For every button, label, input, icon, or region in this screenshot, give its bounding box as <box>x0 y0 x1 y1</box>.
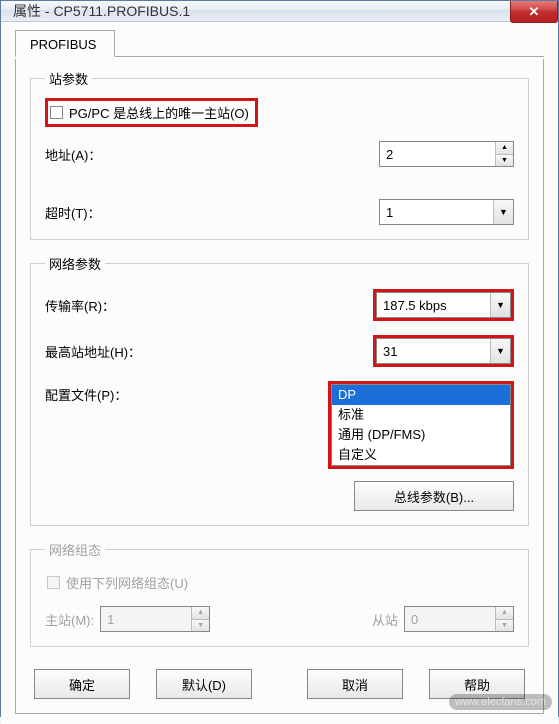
chevron-down-icon[interactable]: ▼ <box>490 339 510 363</box>
dialog-button-row: 确定 默认(D) 取消 帮助 <box>30 661 529 701</box>
tab-profibus[interactable]: PROFIBUS <box>15 30 115 57</box>
row-profile: 配置文件(P)： DP 标准 通用 (DP/FMS) 自定义 <box>45 381 514 469</box>
slave-spinner: 0 ▲ ▼ <box>404 606 514 632</box>
only-master-label: PG/PC 是总线上的唯一主站(O) <box>69 103 249 122</box>
row-max-addr: 最高站地址(H)： 31 ▼ <box>45 335 514 367</box>
cancel-button[interactable]: 取消 <box>307 669 403 699</box>
profile-option-standard[interactable]: 标准 <box>332 405 510 425</box>
slave-spinner-buttons: ▲ ▼ <box>495 607 513 631</box>
chevron-down-icon[interactable]: ▼ <box>490 293 510 317</box>
highlight-max-addr: 31 ▼ <box>373 335 514 367</box>
checkbox-use-netconfig <box>47 576 60 589</box>
highlight-rate: 187.5 kbps ▼ <box>373 289 514 321</box>
row-master-slave: 主站(M): 1 ▲ ▼ 从站 0 <box>45 606 514 632</box>
group-network-params: 网络参数 传输率(R)： 187.5 kbps ▼ 最高站地址(H)： <box>30 254 529 526</box>
help-button[interactable]: 帮助 <box>429 669 525 699</box>
row-rate: 传输率(R)： 187.5 kbps ▼ <box>45 289 514 321</box>
address-spinner-buttons: ▲ ▼ <box>495 142 513 166</box>
slave-spin-down: ▼ <box>496 620 513 632</box>
rate-label: 传输率(R)： <box>45 296 215 315</box>
ok-button[interactable]: 确定 <box>34 669 130 699</box>
address-spin-down[interactable]: ▼ <box>496 155 513 167</box>
profile-label: 配置文件(P)： <box>45 381 215 404</box>
master-spin-down: ▼ <box>192 620 209 632</box>
pair-slave: 从站 0 ▲ ▼ <box>372 606 514 632</box>
highlight-only-master: PG/PC 是总线上的唯一主站(O) <box>45 98 258 127</box>
client-area: PROFIBUS 站参数 PG/PC 是总线上的唯一主站(O) 地址(A)： 2 <box>1 22 558 724</box>
highlight-profile: DP 标准 通用 (DP/FMS) 自定义 <box>328 381 514 469</box>
address-spinner[interactable]: 2 ▲ ▼ <box>379 141 514 167</box>
timeout-value: 1 <box>380 200 493 224</box>
chevron-down-icon[interactable]: ▼ <box>493 200 513 224</box>
titlebar[interactable]: 属性 - CP5711.PROFIBUS.1 ✕ <box>1 1 558 22</box>
tab-content: 站参数 PG/PC 是总线上的唯一主站(O) 地址(A)： 2 ▲ ▼ <box>15 59 544 714</box>
group-net-config-legend: 网络组态 <box>45 540 105 559</box>
group-net-config: 网络组态 使用下列网络组态(U) 主站(M): 1 ▲ ▼ <box>30 540 529 647</box>
use-netconfig-label: 使用下列网络组态(U) <box>66 573 188 592</box>
row-use-netconfig: 使用下列网络组态(U) <box>45 569 514 596</box>
slave-value: 0 <box>405 607 495 631</box>
close-button[interactable]: ✕ <box>510 1 558 23</box>
timeout-select[interactable]: 1 ▼ <box>379 199 514 225</box>
slave-spin-up: ▲ <box>496 607 513 620</box>
bus-params-button[interactable]: 总线参数(B)... <box>354 481 514 511</box>
address-value[interactable]: 2 <box>380 142 495 166</box>
group-station-legend: 站参数 <box>45 69 92 88</box>
row-bus-params: 总线参数(B)... <box>45 481 514 511</box>
max-addr-value: 31 <box>377 339 490 363</box>
master-label: 主站(M): <box>45 610 94 629</box>
timeout-label: 超时(T)： <box>45 203 205 222</box>
rate-select[interactable]: 187.5 kbps ▼ <box>376 292 511 318</box>
pair-master: 主站(M): 1 ▲ ▼ <box>45 606 210 632</box>
master-spinner-buttons: ▲ ▼ <box>191 607 209 631</box>
group-network-legend: 网络参数 <box>45 254 105 273</box>
checkbox-only-master[interactable] <box>50 106 63 119</box>
max-addr-select[interactable]: 31 ▼ <box>376 338 511 364</box>
master-spinner: 1 ▲ ▼ <box>100 606 210 632</box>
profile-option-custom[interactable]: 自定义 <box>332 445 510 465</box>
close-icon: ✕ <box>529 4 540 20</box>
profile-listbox[interactable]: DP 标准 通用 (DP/FMS) 自定义 <box>331 384 511 466</box>
slave-label: 从站 <box>372 610 398 629</box>
window-title: 属性 - CP5711.PROFIBUS.1 <box>13 1 190 21</box>
address-spin-up[interactable]: ▲ <box>496 142 513 155</box>
default-button[interactable]: 默认(D) <box>156 669 252 699</box>
row-address: 地址(A)： 2 ▲ ▼ <box>45 141 514 167</box>
profile-option-dp[interactable]: DP <box>332 385 510 405</box>
address-label: 地址(A)： <box>45 145 205 164</box>
master-spin-up: ▲ <box>192 607 209 620</box>
max-addr-label: 最高站地址(H)： <box>45 342 215 361</box>
group-station-params: 站参数 PG/PC 是总线上的唯一主站(O) 地址(A)： 2 ▲ ▼ <box>30 69 529 240</box>
tabbar: PROFIBUS <box>15 30 544 57</box>
profile-option-universal[interactable]: 通用 (DP/FMS) <box>332 425 510 445</box>
master-value: 1 <box>101 607 191 631</box>
dialog-window: 属性 - CP5711.PROFIBUS.1 ✕ PROFIBUS 站参数 PG… <box>0 0 559 717</box>
row-timeout: 超时(T)： 1 ▼ <box>45 199 514 225</box>
rate-value: 187.5 kbps <box>377 293 490 317</box>
